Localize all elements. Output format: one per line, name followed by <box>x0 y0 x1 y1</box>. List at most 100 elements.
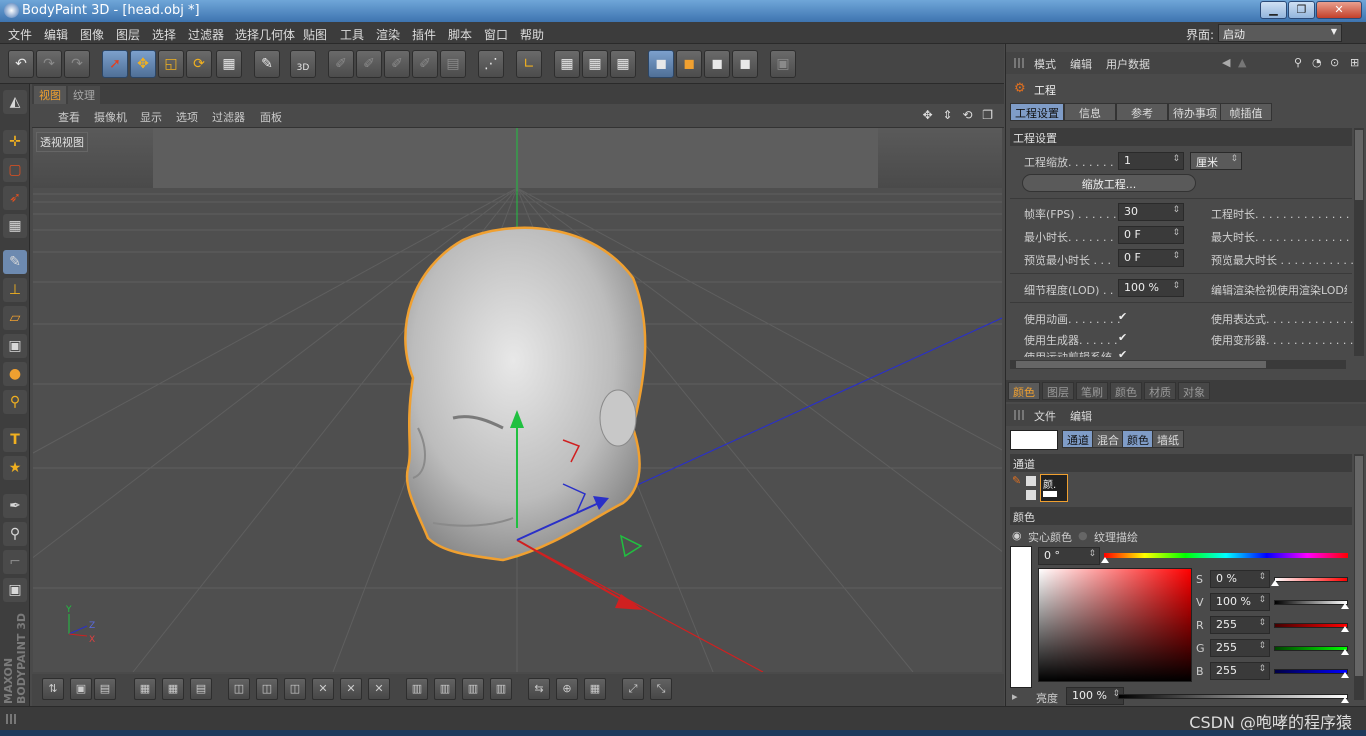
bottom-tool-icon[interactable]: ◫ <box>256 678 278 700</box>
drop-icon[interactable]: ● <box>3 362 27 386</box>
attr-menu-edit[interactable]: 编辑 <box>1070 56 1092 72</box>
bottom-tool-icon[interactable]: ▥ <box>434 678 456 700</box>
color-scrollbar[interactable] <box>1354 454 1364 700</box>
bottom-tool-icon[interactable]: ▦ <box>162 678 184 700</box>
attributes-scrollbar[interactable] <box>1354 128 1364 356</box>
expand-icon[interactable]: ▸ <box>1012 690 1018 703</box>
scale-icon[interactable]: ◱ <box>158 50 184 78</box>
fill-icon[interactable]: ⚲ <box>3 522 27 546</box>
attributes-hscrollbar[interactable] <box>1010 360 1346 369</box>
tab-material[interactable]: 材质 <box>1144 382 1176 400</box>
use-motion-checkbox[interactable]: ✔ <box>1118 349 1130 357</box>
menu-plugins[interactable]: 插件 <box>412 26 436 43</box>
render-a-icon[interactable]: ▦ <box>554 50 580 78</box>
cube-a-icon[interactable]: ◼ <box>648 50 674 78</box>
color-menu-edit[interactable]: 编辑 <box>1070 408 1092 424</box>
eyedropper-icon[interactable]: ✒ <box>3 494 27 518</box>
scale-field[interactable]: 1 <box>1118 152 1184 170</box>
tab-colors[interactable]: 颜色 <box>1110 382 1142 400</box>
menu-filter[interactable]: 过滤器 <box>188 26 224 43</box>
color-preview[interactable] <box>1010 546 1032 688</box>
tool-b-icon[interactable]: ✐ <box>356 50 382 78</box>
b-field[interactable]: 255 <box>1210 662 1270 680</box>
rect-select-icon[interactable]: ▢ <box>3 158 27 182</box>
v-slider[interactable] <box>1274 600 1348 605</box>
pin-icon[interactable]: ⊙ <box>1330 56 1339 69</box>
lasso-icon[interactable]: ➶ <box>3 186 27 210</box>
bottom-tool-icon[interactable]: ⇅ <box>42 678 64 700</box>
min-time-field[interactable]: 0 F <box>1118 226 1184 244</box>
menu-tools[interactable]: 工具 <box>340 26 364 43</box>
vmenu-view[interactable]: 查看 <box>58 109 80 125</box>
vmenu-options[interactable]: 选项 <box>176 109 198 125</box>
vmenu-filter[interactable]: 过滤器 <box>212 109 245 125</box>
nav-up-icon[interactable]: ▲ <box>1238 56 1246 69</box>
bottom-tool-icon[interactable]: ⤢ <box>622 678 644 700</box>
brightness-slider[interactable] <box>1118 694 1348 699</box>
unit-select[interactable]: 厘米 <box>1190 152 1242 170</box>
channel-thumbnail[interactable]: 颜. <box>1040 474 1068 502</box>
bottom-tool-icon[interactable]: ◫ <box>284 678 306 700</box>
tab-project-settings[interactable]: 工程设置 <box>1010 103 1064 121</box>
bottom-tool-icon[interactable]: ▤ <box>94 678 116 700</box>
tool-d-icon[interactable]: ✐ <box>412 50 438 78</box>
menu-layer[interactable]: 图层 <box>116 26 140 43</box>
add-icon[interactable]: ✛ <box>3 130 27 154</box>
render-b-icon[interactable]: ▦ <box>582 50 608 78</box>
cube-b-icon[interactable]: ◼ <box>676 50 702 78</box>
s-knob[interactable] <box>1271 580 1279 586</box>
star-icon[interactable]: ★ <box>3 456 27 480</box>
nav-back-icon[interactable]: ◀ <box>1222 56 1230 69</box>
menu-uv[interactable]: 贴图 <box>303 26 327 43</box>
perspective-viewport[interactable]: Y Z X 透视视图 <box>33 128 1002 672</box>
brush-icon[interactable]: ✎ <box>3 250 27 274</box>
bottom-tool-icon[interactable]: ✕ <box>312 678 334 700</box>
frame-icon[interactable]: ▣ <box>3 578 27 602</box>
paint3d-icon[interactable]: 3D <box>290 50 316 78</box>
use-animation-checkbox[interactable]: ✔ <box>1118 311 1130 323</box>
bottom-tool-icon[interactable]: ▣ <box>70 678 92 700</box>
attr-menu-userdata[interactable]: 用户数据 <box>1106 56 1150 72</box>
cube-c-icon[interactable]: ◼ <box>704 50 730 78</box>
bottom-tool-icon[interactable]: ▤ <box>190 678 212 700</box>
bottom-tool-icon[interactable]: ✕ <box>340 678 362 700</box>
g-knob[interactable] <box>1341 649 1349 655</box>
bottom-tool-icon[interactable]: ▥ <box>406 678 428 700</box>
g-slider[interactable] <box>1274 646 1348 651</box>
minimize-button[interactable]: ▁ <box>1260 1 1287 19</box>
r-knob[interactable] <box>1341 626 1349 632</box>
menu-help[interactable]: 帮助 <box>520 26 544 43</box>
hscroll-thumb[interactable] <box>1016 361 1266 368</box>
menu-image[interactable]: 图像 <box>80 26 104 43</box>
tab-texture[interactable]: 纹理 <box>68 86 100 104</box>
wand-icon[interactable]: ✎ <box>254 50 280 78</box>
bottom-tool-icon[interactable]: ▥ <box>490 678 512 700</box>
v-knob[interactable] <box>1341 603 1349 609</box>
axis-icon[interactable]: ∟ <box>516 50 542 78</box>
menu-script[interactable]: 脚本 <box>448 26 472 43</box>
fps-field[interactable]: 30 <box>1118 203 1184 221</box>
brightness-field[interactable]: 100 % <box>1066 687 1124 705</box>
tab-info[interactable]: 信息 <box>1064 103 1116 121</box>
g-field[interactable]: 255 <box>1210 639 1270 657</box>
v-field[interactable]: 100 % <box>1210 593 1270 611</box>
grip-icon[interactable] <box>1014 410 1024 420</box>
menu-select-geometry[interactable]: 选择几何体 <box>235 26 295 43</box>
viewport-nav-icons[interactable]: ✥ ⇕ ⟲ ❐ <box>923 108 996 122</box>
bottom-tool-icon[interactable]: ✕ <box>368 678 390 700</box>
redo2-icon[interactable]: ↷ <box>64 50 90 78</box>
undo-icon[interactable]: ↶ <box>8 50 34 78</box>
radio-solid-icon[interactable]: ◉ <box>1012 529 1022 542</box>
bottom-tool-icon[interactable]: ▦ <box>134 678 156 700</box>
close-button[interactable]: ✕ <box>1316 1 1362 19</box>
checker-icon[interactable]: ▦ <box>3 214 27 238</box>
vmenu-camera[interactable]: 摄像机 <box>94 109 127 125</box>
menu-select[interactable]: 选择 <box>152 26 176 43</box>
s-slider[interactable] <box>1274 577 1348 582</box>
new-window-icon[interactable]: ⊞ <box>1350 56 1359 69</box>
grid-icon[interactable]: ⋰ <box>478 50 504 78</box>
hue-slider[interactable] <box>1104 553 1348 558</box>
bottom-tool-icon[interactable]: ◫ <box>228 678 250 700</box>
menu-window[interactable]: 窗口 <box>484 26 508 43</box>
tab-reference[interactable]: 参考 <box>1116 103 1168 121</box>
